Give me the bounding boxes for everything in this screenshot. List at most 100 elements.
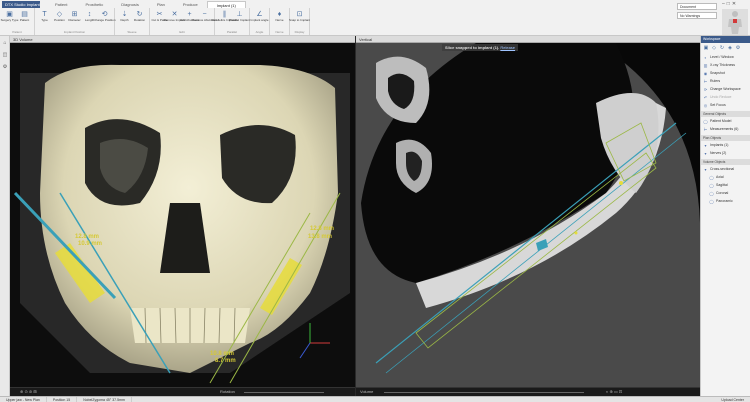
item-label: Snapshot xyxy=(710,71,725,75)
ribbon-group: ✂ Cut & Paste ✕ Remove Implant + Add Abutment… xyxy=(150,8,217,35)
tool-label: Diameter xyxy=(68,18,81,22)
coronal-item[interactable]: ◯ Coronal xyxy=(701,189,750,197)
axial-item[interactable]: ◯ Axial xyxy=(701,173,750,181)
patient-button[interactable]: ▤ Patient xyxy=(17,8,32,28)
item-label: Change Workspace xyxy=(710,87,741,91)
set-focus-item[interactable]: ◎ Set Focus xyxy=(701,101,750,109)
cross-sectional-item[interactable]: ▾ Cross-sectional xyxy=(701,165,750,173)
implant-angle-button[interactable]: ∠ Implant angle xyxy=(250,8,269,28)
measurement-label[interactable]: 13.8 mm xyxy=(308,234,332,240)
parallel-implant-button[interactable]: ⊥ Parallel Implant xyxy=(229,8,250,28)
warnings-field[interactable]: No Warnings xyxy=(677,12,717,19)
item-label: Undo Reduce xyxy=(710,95,732,99)
level-window-item[interactable]: ◐ Level / Window xyxy=(701,53,750,61)
panel-tool-icon[interactable]: ◈ xyxy=(727,45,733,51)
item-label: Cross-sectional xyxy=(710,167,735,171)
snap-implant-button[interactable]: ⊡ Snap to Implant xyxy=(289,8,310,28)
document-status-area: Document No Warnings xyxy=(677,3,717,21)
implants-item[interactable]: ▾ Implants (1) xyxy=(701,141,750,149)
panel-tool-icon[interactable]: ⚙ xyxy=(735,45,741,51)
undo-item[interactable]: ↶ Undo Reduce xyxy=(701,93,750,101)
viewport-3d-footer: ⊕ ⊙ ⊘ ⊞ Rotation xyxy=(10,387,355,396)
item-label: Set Focus xyxy=(710,103,726,107)
remove-abutment-button[interactable]: − Remove Abutment xyxy=(192,8,217,28)
nerve-button[interactable]: ♦ Nerve xyxy=(272,8,287,28)
panoramic-item[interactable]: ◯ Panoramic xyxy=(701,197,750,205)
group-label: Edit xyxy=(179,30,185,34)
snapshot-item[interactable]: ◉ Snapshot xyxy=(701,69,750,77)
rulers-icon: ⊢ xyxy=(703,78,708,84)
measurement-label[interactable]: 10.9 mm xyxy=(78,241,102,247)
nerves-item[interactable]: ▾ Nerves (2) xyxy=(701,149,750,157)
item-label: Implants (1) xyxy=(710,143,729,147)
app-menu-button[interactable]: DTX Studio Implant xyxy=(2,1,40,8)
tab-prosthetic[interactable]: Prosthetic xyxy=(76,1,112,8)
change-workspace-icon: ⟳ xyxy=(703,86,708,92)
group-label: Patient xyxy=(12,30,22,34)
item-label: Patient Model xyxy=(710,119,732,123)
set-focus-icon: ◎ xyxy=(703,102,708,108)
snap-notice-text: Slice snapped to implant (1). xyxy=(445,45,500,50)
tab-produce[interactable]: Produce xyxy=(174,1,207,8)
release-link[interactable]: Release xyxy=(500,45,515,50)
tab-plan[interactable]: Plan xyxy=(148,1,174,8)
home-icon[interactable]: ⌂ xyxy=(1,39,9,48)
xray-thickness-item[interactable]: ▥ X-ray Thickness xyxy=(701,61,750,69)
item-label: X-ray Thickness xyxy=(710,63,736,67)
patient-model-item[interactable]: ◯ Patient Model xyxy=(701,117,750,125)
patient-model-icon: ◯ xyxy=(703,118,708,124)
view-buttons-icon[interactable]: ⊕ ⊙ ⊘ ⊞ xyxy=(20,389,37,394)
panel-tool-icon[interactable]: ◇ xyxy=(711,45,717,51)
tool-label: Depth xyxy=(120,18,129,22)
group-label: Display xyxy=(294,30,305,34)
viewport-vertical-footer: Volume ◐ ⊕ ▭ ⊡ xyxy=(356,387,700,396)
change-position-button[interactable]: ⟲ Change Position xyxy=(94,8,116,28)
maximize-icon[interactable]: □ xyxy=(727,1,730,7)
panel-tool-icon[interactable]: ↻ xyxy=(719,45,725,51)
ribbon-group: ∠ Implant angle Angle xyxy=(250,8,270,35)
coronal-icon: ◯ xyxy=(709,190,714,196)
volume-slider[interactable] xyxy=(384,392,584,393)
tab-implant-1-[interactable]: Implant (1) xyxy=(206,1,246,8)
ct-slice-render xyxy=(356,43,700,387)
item-label: Panoramic xyxy=(716,199,733,203)
measurement-label[interactable]: 12.8 mm xyxy=(310,226,334,232)
minimize-icon[interactable]: – xyxy=(722,1,725,7)
viewport-3d[interactable]: 3D Volume 12.8 mm 10.9 mm 12.8 mm 13.8 m… xyxy=(10,36,355,396)
cross-sectional-icon: ▾ xyxy=(704,166,707,172)
position-button[interactable]: ◇ Position xyxy=(52,8,67,28)
snap-notice: Slice snapped to implant (1). Release xyxy=(442,44,519,51)
left-toolbar: ⌂ ◫ ⚙ xyxy=(0,36,10,396)
status-bar: Upper jaw - New Plan Position 15 NobelZy… xyxy=(0,396,750,402)
tool-label: Implant angle xyxy=(250,18,269,22)
ribbon-group: ▣ Surgery Type ▤ Patient Patient xyxy=(0,8,35,35)
viewport-vertical[interactable]: Vertical Slice snapped to implant (1). R… xyxy=(356,36,700,396)
item-label: Level / Window xyxy=(710,55,734,59)
level-window-icon: ◐ xyxy=(704,54,707,60)
diameter-button[interactable]: ⊞ Diameter xyxy=(67,8,82,28)
type-button[interactable]: T Type xyxy=(37,8,52,28)
view-controls-icon[interactable]: ◐ ⊕ ▭ ⊡ xyxy=(606,389,622,394)
measurements-item[interactable]: ⊢ Measurements (6) xyxy=(701,125,750,133)
change-workspace-item[interactable]: ⟳ Change Workspace xyxy=(701,85,750,93)
tab-patient[interactable]: Patient xyxy=(46,1,76,8)
depth-button[interactable]: ⇣ Depth xyxy=(117,8,132,28)
document-field[interactable]: Document xyxy=(677,3,717,10)
sagittal-item[interactable]: ◯ Sagittal xyxy=(701,181,750,189)
rulers-item[interactable]: ⊢ Rulers xyxy=(701,77,750,85)
measurement-label[interactable]: 10.8 mm xyxy=(210,351,234,357)
rotation-slider[interactable] xyxy=(244,392,324,393)
ribbon-tabs: Patient Prosthetic Diagnosis Plan Produce Imp… xyxy=(46,1,246,8)
item-label: Sagittal xyxy=(716,183,728,187)
rotation-button[interactable]: ↻ Rotation xyxy=(132,8,147,28)
tab-diagnosis[interactable]: Diagnosis xyxy=(112,1,148,8)
upload-center-button[interactable]: Upload Center xyxy=(715,397,750,402)
measurement-label[interactable]: 12.8 mm xyxy=(75,234,99,240)
panel-tool-icon[interactable]: ▣ xyxy=(703,45,709,51)
settings-icon[interactable]: ⚙ xyxy=(1,63,9,72)
tool-label: Change Position xyxy=(93,18,116,22)
measurement-label[interactable]: 8.7 mm xyxy=(215,358,236,364)
surgery-button[interactable]: ▣ Surgery Type xyxy=(1,8,19,28)
view-icon[interactable]: ◫ xyxy=(1,51,9,60)
close-icon[interactable]: ✕ xyxy=(732,1,736,7)
